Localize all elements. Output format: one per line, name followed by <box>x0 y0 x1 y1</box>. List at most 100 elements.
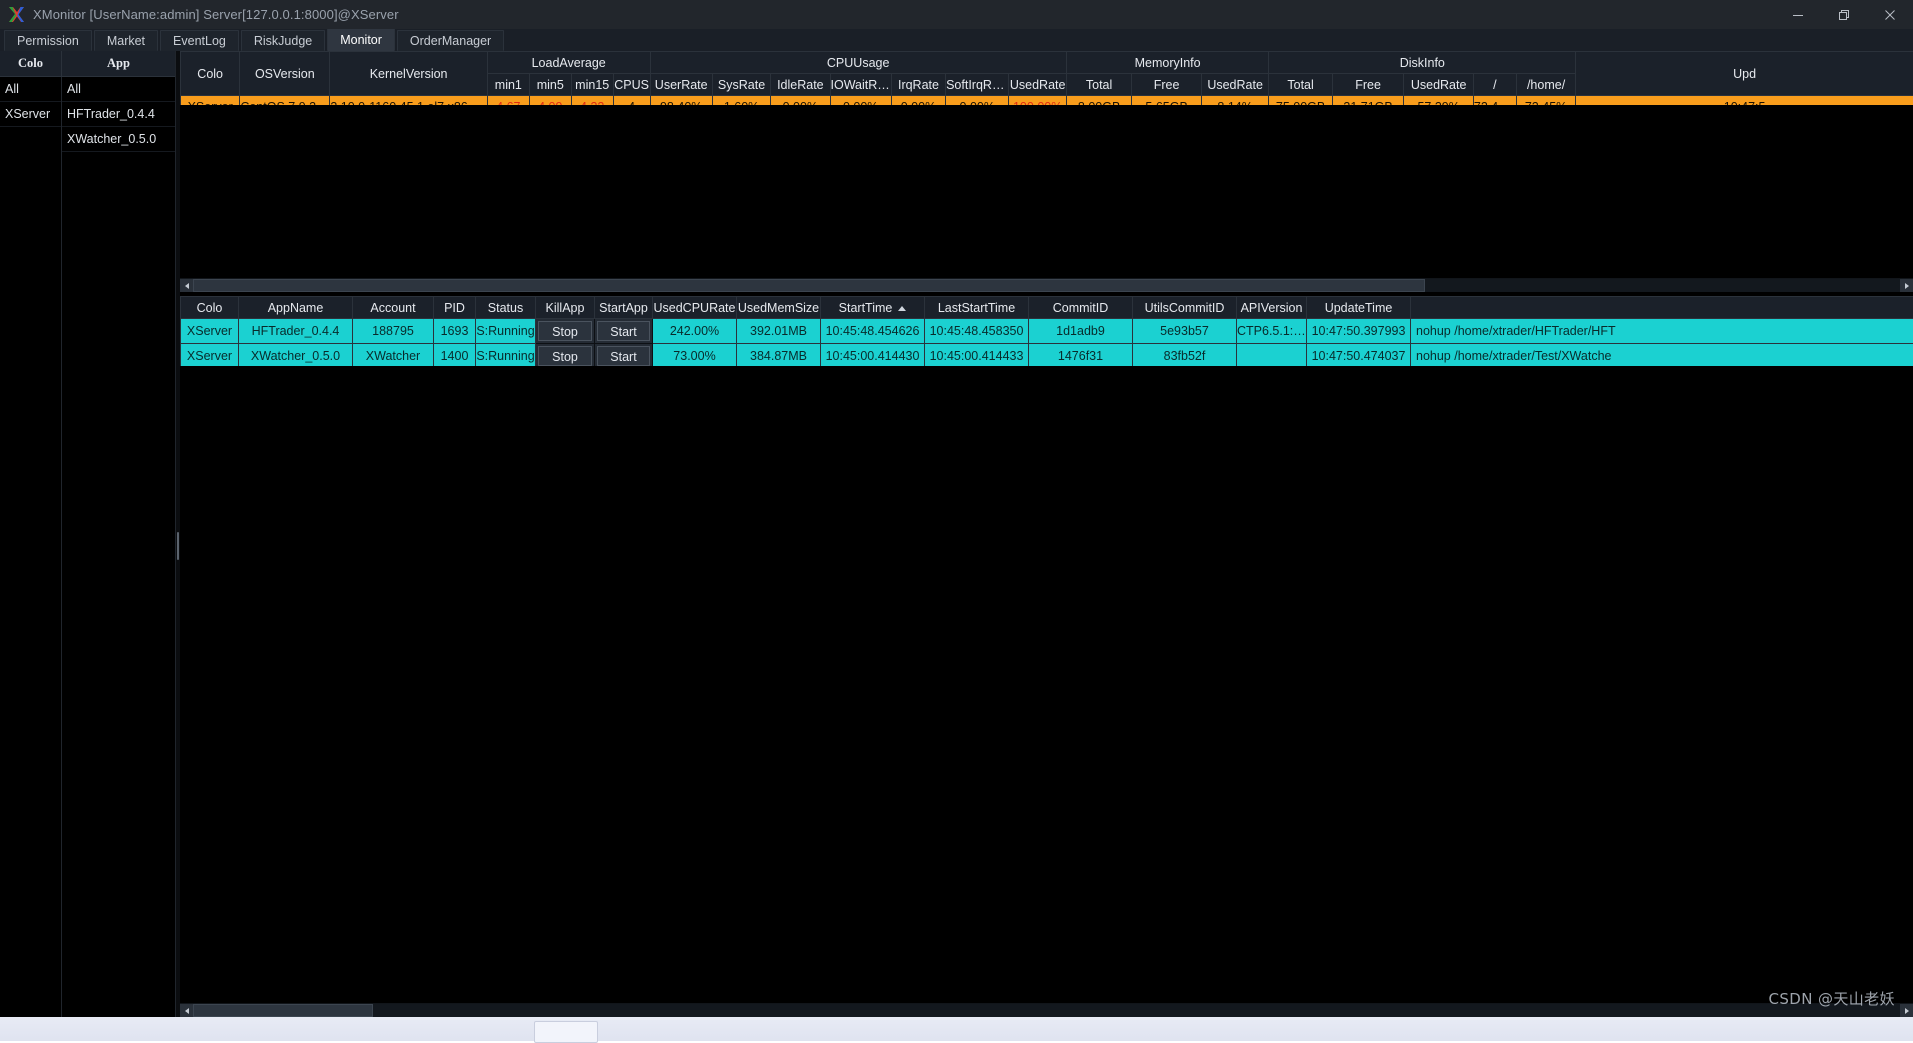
col-disk-root[interactable]: / <box>1473 74 1516 96</box>
stop-button[interactable]: Stop <box>538 346 592 366</box>
monitor-panel: Colo OSVersion KernelVersion LoadAverage… <box>180 51 1913 1041</box>
cell-app-usedmemsize: 392.01MB <box>737 319 821 344</box>
col-disk-usedrate[interactable]: UsedRate <box>1404 74 1474 96</box>
cell-app-commitid: 1476f31 <box>1029 344 1133 367</box>
col-app-startapp[interactable]: StartApp <box>595 297 653 319</box>
filter-panel: Colo App All XServer All HFTrader_0.4.4 … <box>0 51 176 1041</box>
col-app-usedcpurate[interactable]: UsedCPURate <box>653 297 737 319</box>
stop-button[interactable]: Stop <box>538 321 592 341</box>
cell-app-commitid: 1d1adb9 <box>1029 319 1133 344</box>
col-app-commitid[interactable]: CommitID <box>1029 297 1133 319</box>
cell-app-apiversion: CTP6.5.1:C... <box>1237 319 1307 344</box>
filter-app-item-hftrader[interactable]: HFTrader_0.4.4 <box>62 102 175 127</box>
minimize-button[interactable] <box>1775 0 1821 29</box>
tab-eventlog[interactable]: EventLog <box>160 30 239 51</box>
cell-load-min1: 4.67 <box>487 96 529 106</box>
table-row[interactable]: XServer CentOS 7.9.2009 3.10.0-1160.45.1… <box>181 96 1913 106</box>
group-header-cpuusage: CPUUsage <box>650 52 1066 74</box>
cell-disk-total: 75.00GB <box>1269 96 1332 106</box>
group-header-blank-kernelversion[interactable]: KernelVersion <box>330 52 488 96</box>
col-irqrate[interactable]: IrqRate <box>891 74 945 96</box>
table-row[interactable]: XServer HFTrader_0.4.4 188795 1693 S:Run… <box>181 319 1913 344</box>
col-app-colo[interactable]: Colo <box>181 297 239 319</box>
filter-app-fill <box>62 152 175 1041</box>
col-sysrate[interactable]: SysRate <box>712 74 770 96</box>
scroll-right-icon[interactable] <box>1900 279 1913 292</box>
cell-userrate: 98.40% <box>650 96 712 106</box>
application-window: XMonitor [UserName:admin] Server[127.0.0… <box>0 0 1913 1041</box>
start-button[interactable]: Start <box>597 321 650 341</box>
col-cpu-usedrate[interactable]: UsedRate <box>1009 74 1066 96</box>
col-cpus[interactable]: CPUS <box>613 74 650 96</box>
sort-ascending-icon <box>898 306 906 311</box>
filter-app-item-xwatcher[interactable]: XWatcher_0.5.0 <box>62 127 175 152</box>
scroll-right-icon[interactable] <box>1900 1004 1913 1017</box>
col-mem-free[interactable]: Free <box>1132 74 1202 96</box>
app-scroll-track[interactable] <box>193 1004 1900 1017</box>
scroll-left-icon[interactable] <box>180 1004 193 1017</box>
taskbar-item[interactable] <box>534 1021 598 1043</box>
col-iowaitrate[interactable]: IOWaitRate <box>830 74 891 96</box>
filter-app-item-all[interactable]: All <box>62 77 175 102</box>
col-app-account[interactable]: Account <box>353 297 434 319</box>
app-table-empty-area <box>180 366 1913 1003</box>
col-app-apiversion[interactable]: APIVersion <box>1237 297 1307 319</box>
col-mem-usedrate[interactable]: UsedRate <box>1201 74 1269 96</box>
cell-app-command: nohup /home/xtrader/HFTrader/HFT <box>1411 319 1913 344</box>
col-app-usedmemsize[interactable]: UsedMemSize <box>737 297 821 319</box>
maximize-button[interactable] <box>1821 0 1867 29</box>
group-header-blank-colo[interactable]: Colo <box>181 52 240 96</box>
cell-app-usedmemsize: 384.87MB <box>737 344 821 367</box>
window-title: XMonitor [UserName:admin] Server[127.0.0… <box>33 7 399 22</box>
panel-splitter[interactable] <box>176 51 180 1041</box>
system-scroll-track[interactable] <box>193 279 1900 292</box>
col-mem-total[interactable]: Total <box>1066 74 1131 96</box>
col-idlerate[interactable]: IdleRate <box>771 74 830 96</box>
cell-app-utilscommitid: 83fb52f <box>1133 344 1237 367</box>
tab-market[interactable]: Market <box>94 30 158 51</box>
app-scroll-thumb[interactable] <box>193 1004 373 1017</box>
col-load-min5[interactable]: min5 <box>529 74 571 96</box>
cell-app-usedcpurate: 242.00% <box>653 319 737 344</box>
cell-app-laststarttime: 10:45:00.414433 <box>925 344 1029 367</box>
col-load-min15[interactable]: min15 <box>571 74 613 96</box>
tab-ordermanager[interactable]: OrderManager <box>397 30 504 51</box>
cell-irqrate: 0.00% <box>891 96 945 106</box>
system-table-hscrollbar[interactable] <box>180 278 1913 292</box>
cell-app-account: 188795 <box>353 319 434 344</box>
cell-mem-usedrate: 8.14% <box>1201 96 1269 106</box>
filter-colo-item-all[interactable]: All <box>0 77 61 102</box>
col-app-pid[interactable]: PID <box>434 297 476 319</box>
col-app-killapp[interactable]: KillApp <box>536 297 595 319</box>
col-load-min1[interactable]: min1 <box>487 74 529 96</box>
col-app-utilscommitid[interactable]: UtilsCommitID <box>1133 297 1237 319</box>
col-app-status[interactable]: Status <box>476 297 536 319</box>
col-disk-total[interactable]: Total <box>1269 74 1332 96</box>
col-softirqrate[interactable]: SoftIrqRate <box>946 74 1009 96</box>
table-row[interactable]: XServer XWatcher_0.5.0 XWatcher 1400 S:R… <box>181 344 1913 367</box>
tab-permission[interactable]: Permission <box>4 30 92 51</box>
col-disk-free[interactable]: Free <box>1332 74 1404 96</box>
cell-app-status: S:Running <box>476 319 536 344</box>
filter-colo-item-xserver[interactable]: XServer <box>0 102 61 127</box>
tab-riskjudge[interactable]: RiskJudge <box>241 30 325 51</box>
col-app-command[interactable] <box>1411 297 1913 319</box>
group-header-blank-osversion[interactable]: OSVersion <box>240 52 330 96</box>
start-button[interactable]: Start <box>597 346 650 366</box>
col-app-appname[interactable]: AppName <box>239 297 353 319</box>
col-app-laststarttime[interactable]: LastStartTime <box>925 297 1029 319</box>
col-app-updatetime[interactable]: UpdateTime <box>1307 297 1411 319</box>
cell-app-appname: HFTrader_0.4.4 <box>239 319 353 344</box>
tab-monitor[interactable]: Monitor <box>327 28 395 51</box>
close-button[interactable] <box>1867 0 1913 29</box>
col-disk-home[interactable]: /home/ <box>1516 74 1575 96</box>
system-scroll-thumb[interactable] <box>193 279 1425 292</box>
cell-app-killapp: Stop <box>536 344 595 367</box>
window-controls <box>1775 0 1913 29</box>
cell-app-killapp: Stop <box>536 319 595 344</box>
col-app-starttime[interactable]: StartTime <box>821 297 925 319</box>
col-userrate[interactable]: UserRate <box>650 74 712 96</box>
scroll-left-icon[interactable] <box>180 279 193 292</box>
app-table: Colo AppName Account PID Status KillApp … <box>180 296 1913 366</box>
app-table-hscrollbar[interactable] <box>180 1003 1913 1017</box>
